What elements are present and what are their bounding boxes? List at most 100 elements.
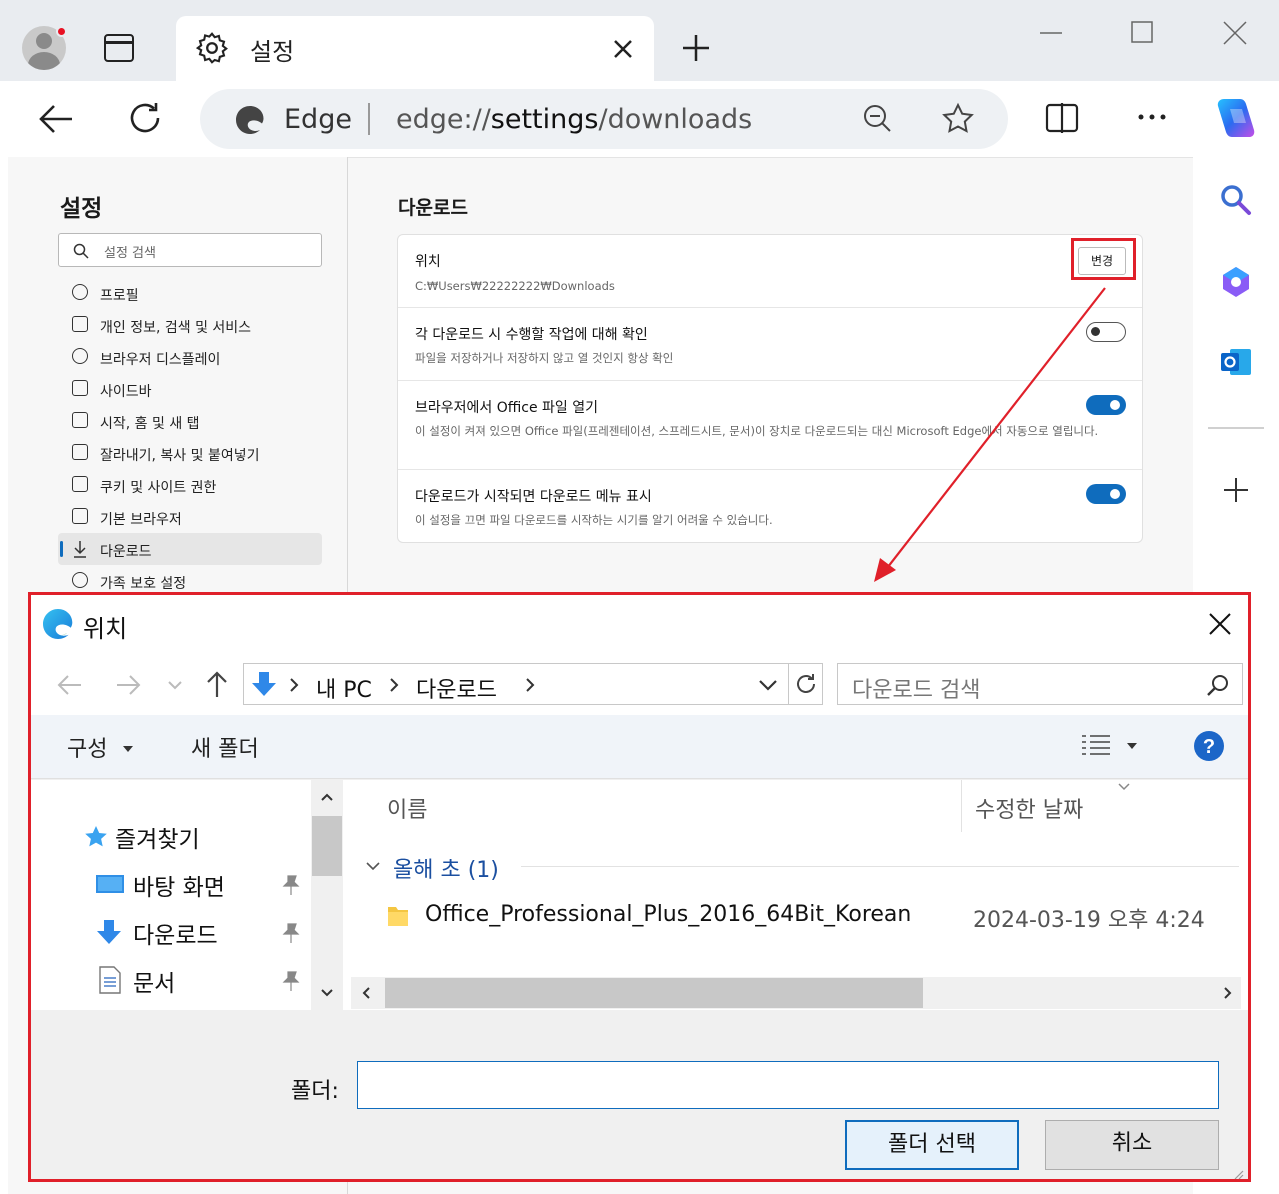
new-folder-button[interactable]: 새 폴더 xyxy=(191,731,259,763)
chevron-down-icon[interactable] xyxy=(758,678,778,692)
back-icon[interactable] xyxy=(36,101,76,137)
gear-icon xyxy=(195,32,228,64)
more-options-icon[interactable] xyxy=(1136,111,1168,123)
minimize-icon[interactable] xyxy=(1036,18,1066,48)
close-tab-icon[interactable] xyxy=(608,34,638,64)
group-collapse-icon[interactable] xyxy=(365,860,381,872)
sidebar-icon xyxy=(72,380,88,396)
file-list-hscrollbar[interactable] xyxy=(351,977,1241,1009)
address-bar[interactable]: Edge edge://settings/downloads xyxy=(200,89,1008,149)
forward-icon[interactable] xyxy=(115,673,141,697)
dialog-titlebar: 위치 xyxy=(31,595,1248,655)
lock-icon xyxy=(72,316,88,332)
nav-item-privacy[interactable]: 개인 정보, 검색 및 서비스 xyxy=(58,309,322,341)
breadcrumb-item-downloads[interactable]: 다운로드 xyxy=(416,672,497,704)
desktop-icon xyxy=(96,875,124,893)
view-dropdown-icon[interactable] xyxy=(1127,743,1137,749)
tree-scrollbar[interactable] xyxy=(311,780,343,1010)
dialog-search-placeholder: 다운로드 검색 xyxy=(852,678,981,703)
nav-item-default-browser[interactable]: 기본 브라우저 xyxy=(58,501,322,533)
add-sidebar-icon[interactable] xyxy=(1218,472,1254,508)
nav-item-cookies[interactable]: 쿠키 및 사이트 권한 xyxy=(58,469,322,501)
settings-search-placeholder: 설정 검색 xyxy=(104,246,156,261)
dialog-body: 즐겨찾기 바탕 화면 다운로드 문서 이름 수정한 날짜 올해 초 (1) Of… xyxy=(31,780,1248,1010)
family-icon xyxy=(72,572,88,588)
profile-icon xyxy=(72,284,88,300)
dialog-command-bar: 구성 새 폴더 ? xyxy=(31,715,1248,779)
edge-logo-icon xyxy=(236,106,264,134)
settings-nav: 프로필 개인 정보, 검색 및 서비스 브라우저 디스플레이 사이드바 시작, … xyxy=(58,277,322,597)
up-icon[interactable] xyxy=(205,669,229,699)
file-list-scroll-thumb[interactable] xyxy=(385,978,923,1008)
dialog-nav-bar: 내 PC 다운로드 다운로드 검색 xyxy=(31,655,1248,715)
sidebar-search-icon[interactable] xyxy=(1218,182,1254,218)
outlook-icon[interactable] xyxy=(1218,344,1254,380)
folder-input[interactable] xyxy=(357,1061,1219,1109)
nav-item-appearance[interactable]: 브라우저 디스플레이 xyxy=(58,341,322,373)
document-icon xyxy=(99,966,121,994)
view-list-icon[interactable] xyxy=(1081,733,1111,759)
new-tab-icon[interactable] xyxy=(680,32,712,64)
file-date: 2024-03-19 오후 4:24 xyxy=(973,908,1205,933)
favorite-star-icon[interactable] xyxy=(940,101,976,137)
resize-grip-icon[interactable] xyxy=(1231,1169,1245,1179)
scroll-up-icon[interactable] xyxy=(320,792,334,802)
file-row[interactable]: Office_Professional_Plus_2016_64Bit_Kore… xyxy=(387,898,1237,938)
organize-dropdown-icon[interactable] xyxy=(123,746,133,752)
refresh-icon[interactable] xyxy=(126,99,164,137)
zoom-out-icon[interactable] xyxy=(862,103,894,135)
scroll-right-icon[interactable] xyxy=(1223,986,1233,1000)
scroll-left-icon[interactable] xyxy=(361,986,371,1000)
download-icon xyxy=(74,541,86,558)
folder-label: 폴더: xyxy=(291,1079,339,1104)
recent-locations-chevron-icon[interactable] xyxy=(167,679,183,691)
nav-item-sidebar[interactable]: 사이드바 xyxy=(58,373,322,405)
group-header[interactable]: 올해 초 (1) xyxy=(393,852,499,884)
maximize-icon[interactable] xyxy=(1128,18,1158,48)
download-arrow-icon xyxy=(97,920,121,944)
nav-item-profile[interactable]: 프로필 xyxy=(58,277,322,309)
star-icon xyxy=(85,826,107,847)
search-icon xyxy=(73,243,89,259)
chevron-right-icon xyxy=(290,678,299,692)
copilot-icon[interactable] xyxy=(1210,95,1262,141)
dialog-search-input[interactable]: 다운로드 검색 xyxy=(837,663,1243,705)
back-icon[interactable] xyxy=(57,673,83,697)
pin-icon[interactable] xyxy=(281,922,301,944)
scroll-down-icon[interactable] xyxy=(320,988,334,998)
nav-item-downloads[interactable]: 다운로드 xyxy=(58,533,322,565)
palette-icon xyxy=(72,348,88,364)
cookie-icon xyxy=(72,476,88,492)
column-header-modified[interactable]: 수정한 날짜 xyxy=(975,792,1083,824)
share-icon xyxy=(72,444,88,460)
organize-button[interactable]: 구성 xyxy=(67,731,107,763)
tree-scroll-thumb[interactable] xyxy=(312,816,342,876)
nav-item-share-copy[interactable]: 잘라내기, 복사 및 붙여넣기 xyxy=(58,437,322,469)
address-separator xyxy=(368,103,370,135)
tab-settings[interactable]: 설정 xyxy=(176,16,654,82)
pin-icon[interactable] xyxy=(281,874,301,896)
window-close-icon[interactable] xyxy=(1220,18,1250,48)
copilot-sidebar-icon[interactable] xyxy=(1218,264,1254,300)
pin-icon[interactable] xyxy=(281,970,301,992)
folder-picker-dialog: 위치 내 PC 다운로드 다운로드 검색 구성 새 폴더 ? 즐겨찾기 바탕 화… xyxy=(28,592,1251,1182)
split-screen-icon[interactable] xyxy=(1044,101,1080,135)
help-icon[interactable]: ? xyxy=(1193,730,1225,762)
dialog-close-icon[interactable] xyxy=(1207,611,1233,637)
cancel-button[interactable]: 취소 xyxy=(1045,1120,1219,1170)
svg-text:?: ? xyxy=(1203,736,1215,758)
address-brand: Edge xyxy=(284,104,352,135)
column-header-name[interactable]: 이름 xyxy=(387,792,427,824)
select-folder-button[interactable]: 폴더 선택 xyxy=(845,1120,1019,1170)
settings-search-input[interactable]: 설정 검색 xyxy=(58,233,322,267)
chevron-right-icon xyxy=(390,678,399,692)
navigation-tree: 즐겨찾기 바탕 화면 다운로드 문서 xyxy=(31,780,343,1010)
home-icon xyxy=(72,412,88,428)
nav-item-start-home[interactable]: 시작, 홈 및 새 탭 xyxy=(58,405,322,437)
breadcrumb-item-pc[interactable]: 내 PC xyxy=(316,672,372,704)
refresh-icon[interactable] xyxy=(794,672,818,696)
tab-actions-icon[interactable] xyxy=(104,34,134,62)
avatar-notification xyxy=(22,26,67,70)
tab-title: 설정 xyxy=(250,38,295,66)
breadcrumb[interactable]: 내 PC 다운로드 xyxy=(243,663,823,705)
